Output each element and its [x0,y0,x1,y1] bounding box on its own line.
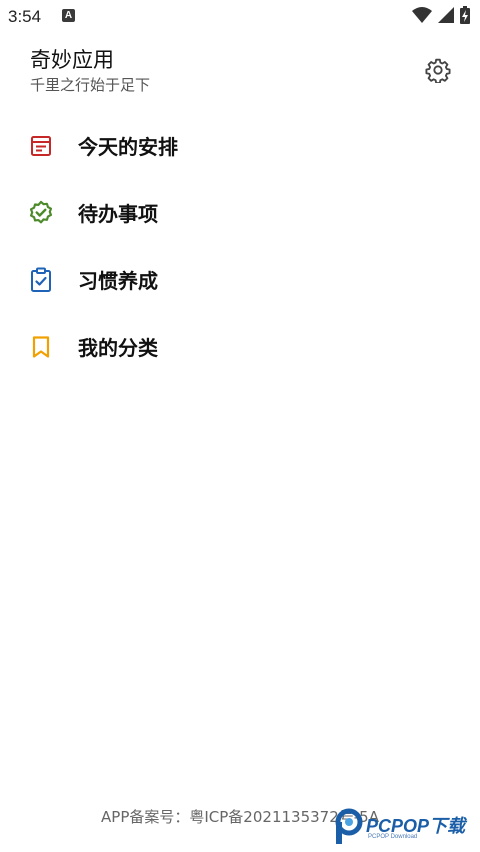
gear-icon[interactable] [425,57,451,87]
app-subtitle: 千里之行始于足下 [30,76,151,94]
bookmark-icon [28,334,54,360]
menu-item-label: 我的分类 [78,336,158,360]
app-title: 奇妙应用 [30,48,114,72]
menu-item-label: 习惯养成 [78,269,158,293]
verified-badge-icon [28,200,54,226]
watermark-tagline: PCPOP Download [368,834,418,840]
status-time: 3:54 [8,7,42,26]
clipboard-check-icon [28,267,54,293]
menu-item-categories[interactable]: 我的分类 [0,313,480,380]
status-bar: 3:54 A [0,0,480,34]
battery-charging-icon [460,6,470,28]
menu-item-label: 待办事项 [78,202,158,226]
app-header: 奇妙应用 千里之行始于足下 [30,46,410,95]
menu-item-habits[interactable]: 习惯养成 [0,246,480,313]
pcpop-watermark: PCPOP下载 PCPOP Download [332,806,480,846]
pcpop-logo-icon [335,808,363,844]
status-icons [412,6,470,28]
settings-button[interactable] [423,57,453,87]
calendar-note-icon [28,133,54,159]
app-screen: 3:54 A 奇妙应用 千里之行始于足下 今天的安排 待办事项 习惯养成 我的分… [0,0,480,852]
cell-signal-icon [438,6,454,28]
menu-item-today-schedule[interactable]: 今天的安排 [0,112,480,179]
menu-item-label: 今天的安排 [78,135,178,159]
a-notification-icon: A [62,9,75,22]
menu-item-todo[interactable]: 待办事项 [0,179,480,246]
wifi-icon [412,6,432,28]
main-menu: 今天的安排 待办事项 习惯养成 我的分类 [0,112,480,380]
